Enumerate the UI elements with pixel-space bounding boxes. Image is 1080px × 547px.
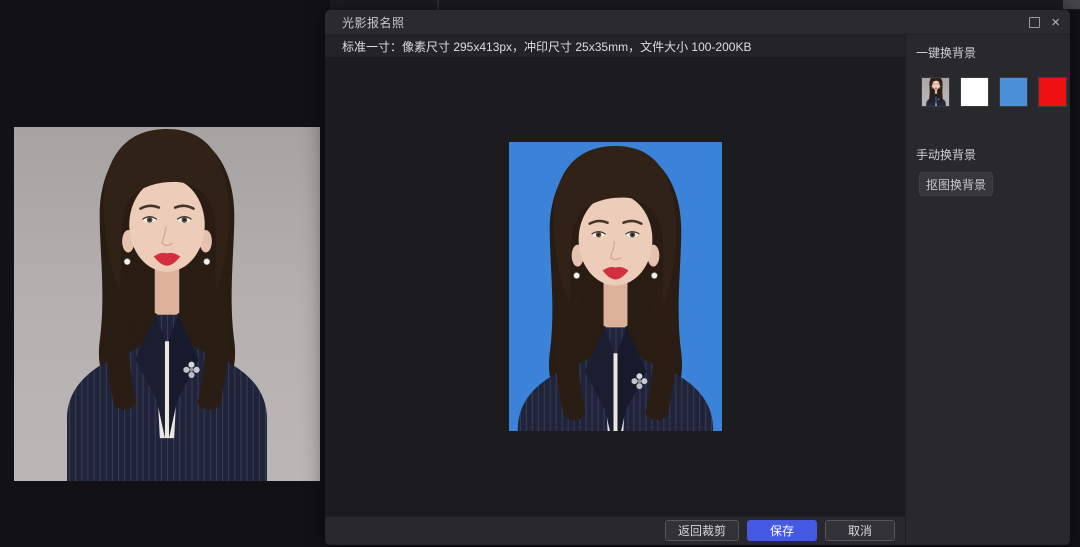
swatch-white[interactable]: [960, 77, 989, 107]
swatch-photo-thumbnail: [922, 78, 950, 107]
dialog-title: 光影报名照: [342, 14, 405, 31]
background-app-toolbar: [330, 0, 1080, 10]
swatch-blue[interactable]: [999, 77, 1028, 107]
preview-photo: [509, 142, 722, 431]
preview-area: [325, 57, 905, 516]
photo-spec-text: 标准一寸：像素尺寸 295x413px，冲印尺寸 25x35mm，文件大小 10…: [342, 38, 751, 55]
dialog-footer: 返回裁剪 保存 取消: [325, 516, 905, 544]
back-to-crop-button[interactable]: 返回裁剪: [665, 520, 739, 541]
manual-background-title: 手动换背景: [916, 146, 1070, 163]
background-window-control: [1063, 0, 1080, 9]
original-photo: [14, 127, 320, 481]
info-bar: 标准一寸：像素尺寸 295x413px，冲印尺寸 25x35mm，文件大小 10…: [325, 35, 905, 57]
cancel-button[interactable]: 取消: [825, 520, 895, 541]
preview-photo-image: [509, 142, 722, 431]
maximize-icon[interactable]: [1029, 17, 1040, 28]
background-toolbar-divider: [437, 0, 439, 10]
swatch-red[interactable]: [1038, 77, 1067, 107]
background-sidebar: 一键换背景 手动换背景 抠图换背景: [905, 35, 1070, 544]
one-click-background-title: 一键换背景: [916, 44, 1070, 61]
central-column: 标准一寸：像素尺寸 295x413px，冲印尺寸 25x35mm，文件大小 10…: [325, 35, 905, 544]
swatch-original-photo[interactable]: [921, 77, 950, 107]
dialog-titlebar: 光影报名照 ×: [325, 10, 1070, 35]
close-icon[interactable]: ×: [1051, 17, 1060, 28]
dialog-body: 标准一寸：像素尺寸 295x413px，冲印尺寸 25x35mm，文件大小 10…: [325, 35, 1070, 544]
window-controls: ×: [1029, 17, 1060, 28]
background-swatch-row: [921, 77, 1070, 107]
save-button[interactable]: 保存: [747, 520, 817, 541]
original-photo-image: [14, 127, 320, 481]
cutout-background-button[interactable]: 抠图换背景: [919, 172, 993, 196]
photo-dialog: 光影报名照 × 标准一寸：像素尺寸 295x413px，冲印尺寸 25x35mm…: [325, 10, 1070, 545]
